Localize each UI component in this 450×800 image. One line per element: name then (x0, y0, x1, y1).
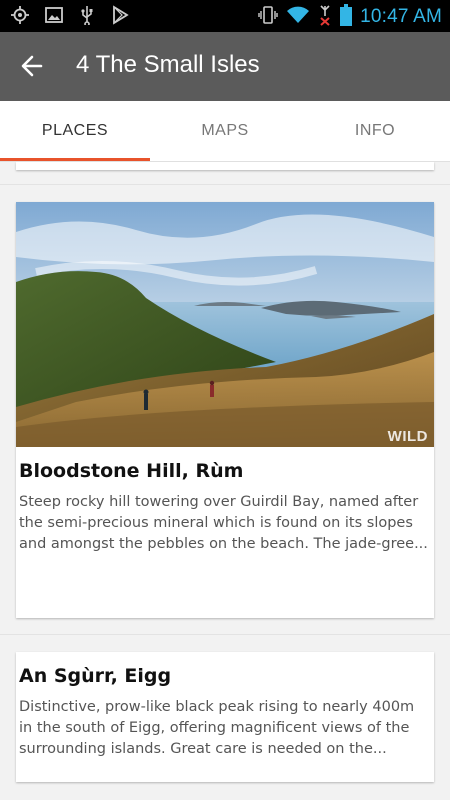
place-description: Steep rocky hill towering over Guirdil B… (19, 494, 428, 552)
tab-places[interactable]: PLACES (0, 101, 150, 161)
previous-card-edge[interactable] (16, 162, 434, 170)
app-bar: 4 The Small Isles (0, 32, 450, 101)
no-signal-icon (318, 4, 332, 30)
tab-info[interactable]: INFO (300, 101, 450, 161)
place-title: An Sgùrr, Eigg (19, 665, 172, 687)
image-watermark-logo: WILD (387, 428, 428, 445)
usb-icon (78, 5, 96, 29)
places-list[interactable]: WILD Bloodstone Hill, Rùm Steep rocky hi… (0, 162, 450, 800)
notification-icons (10, 5, 130, 29)
tab-indicator (0, 158, 150, 161)
vibrate-icon (258, 4, 278, 30)
tab-info-label: INFO (354, 122, 396, 139)
tab-places-label: PLACES (41, 122, 109, 139)
back-button[interactable] (16, 50, 52, 82)
play-store-icon (110, 5, 130, 29)
place-card[interactable]: An Sgùrr, Eigg Distinctive, prow-like bl… (16, 652, 434, 782)
place-image: WILD (16, 202, 434, 447)
image-icon (44, 5, 64, 29)
tab-maps[interactable]: MAPS (150, 101, 300, 161)
place-card[interactable]: WILD Bloodstone Hill, Rùm Steep rocky hi… (16, 202, 434, 618)
page-title: 4 The Small Isles (76, 51, 260, 78)
place-title: Bloodstone Hill, Rùm (19, 460, 244, 482)
list-divider (0, 184, 450, 185)
place-description: Distinctive, prow-like black peak rising… (19, 699, 415, 757)
status-bar: 10:47 AM (0, 0, 450, 32)
status-time: 10:47 AM (360, 6, 442, 27)
battery-icon (340, 4, 353, 30)
list-divider (0, 634, 450, 635)
wifi-icon (286, 5, 310, 29)
gps-icon (10, 5, 30, 29)
tab-bar: PLACES MAPS INFO (0, 101, 450, 162)
system-icons: 10:47 AM (258, 4, 442, 30)
tab-maps-label: MAPS (201, 122, 249, 139)
arrow-back-icon (21, 55, 43, 77)
